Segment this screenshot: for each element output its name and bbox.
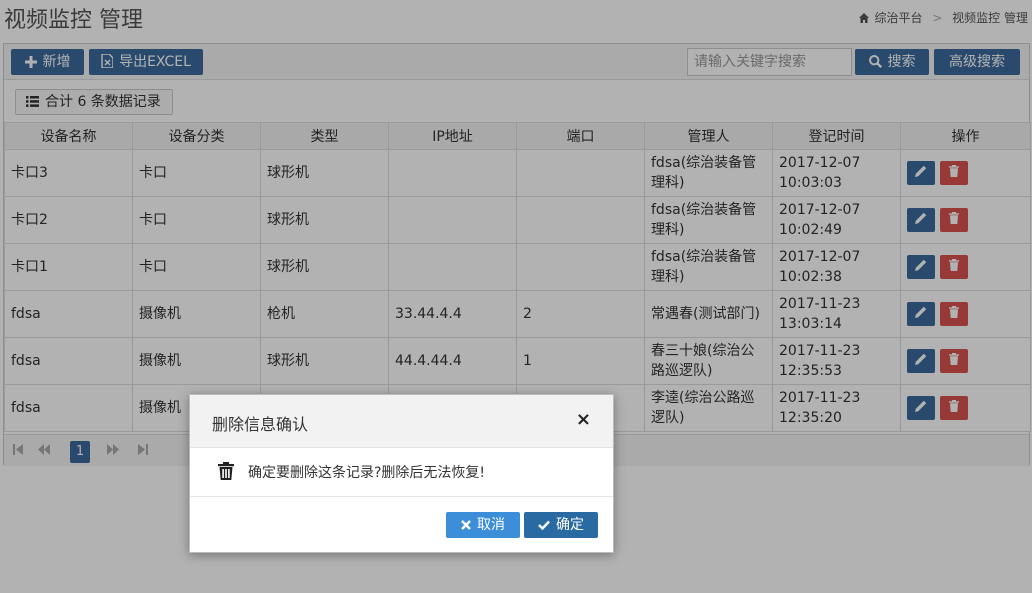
close-icon[interactable]: × xyxy=(576,409,591,430)
dialog-message: 确定要删除这条记录?删除后无法恢复! xyxy=(248,465,486,481)
check-icon xyxy=(538,520,550,531)
cancel-button-label: 取消 xyxy=(477,517,505,533)
confirm-button-label: 确定 xyxy=(556,517,584,533)
confirm-button[interactable]: 确定 xyxy=(524,512,598,538)
dialog-header: 删除信息确认 × xyxy=(190,395,613,448)
dialog-footer: 取消 确定 xyxy=(190,498,613,554)
trash-icon xyxy=(218,462,234,480)
dialog-body: 确定要删除这条记录?删除后无法恢复! xyxy=(190,448,613,497)
delete-confirm-dialog: 删除信息确认 × 确定要删除这条记录?删除后无法恢复! 取消 确定 xyxy=(189,394,614,553)
cancel-button[interactable]: 取消 xyxy=(446,512,520,538)
close-icon xyxy=(461,520,471,530)
dialog-title: 删除信息确认 xyxy=(212,415,309,434)
